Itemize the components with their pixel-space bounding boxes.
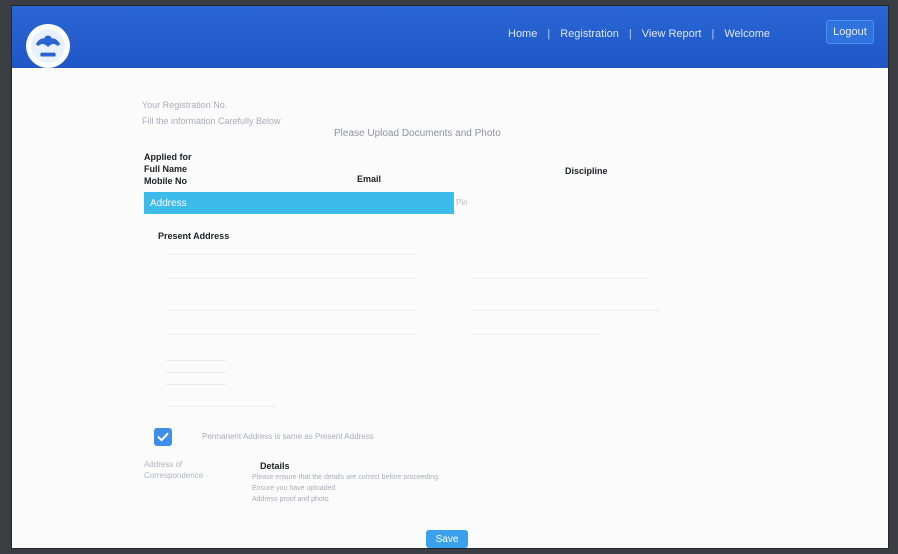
address-field-line: [166, 310, 416, 311]
details-line-1: Please ensure that the details are corre…: [252, 474, 439, 481]
address-field-line: [166, 334, 416, 335]
top-navigation-bar: Home | Registration | View Report | Welc…: [12, 6, 888, 68]
registration-number-label: Your Registration No.: [142, 100, 228, 110]
checkmark-icon: [157, 432, 169, 442]
nav-welcome[interactable]: Welcome: [724, 28, 770, 40]
form-edit-hint: Fill the information Carefully Below: [142, 116, 281, 126]
address-field-line: [166, 406, 276, 407]
address-field-line: [470, 278, 650, 279]
address-section-header: Address: [144, 192, 454, 214]
logout-button[interactable]: Logout: [826, 20, 874, 44]
address-field-line: [166, 254, 416, 255]
discipline-label: Discipline: [565, 166, 608, 176]
details-heading: Details: [260, 461, 290, 471]
nav-registration[interactable]: Registration: [560, 28, 619, 40]
registration-form: Your Registration No. Fill the informati…: [12, 68, 888, 548]
nav-separator: |: [711, 28, 715, 40]
full-name-label: Full Name: [144, 164, 188, 174]
address-field-line: [166, 372, 226, 373]
address-field-line: [470, 310, 660, 311]
address-field-line: [470, 334, 600, 335]
address-field-line: [166, 360, 226, 361]
organization-logo: [26, 24, 70, 68]
details-line-2: Ensure you have uploaded: [252, 485, 336, 492]
email-label: Email: [357, 174, 382, 184]
top-nav-links: Home | Registration | View Report | Welc…: [508, 28, 770, 40]
details-line-3: Address proof and photo: [252, 496, 329, 503]
present-address-label: Present Address: [158, 231, 230, 241]
nav-separator: |: [547, 28, 551, 40]
browser-screen: Home | Registration | View Report | Welc…: [12, 6, 888, 548]
mobile-number-label: Mobile No: [144, 176, 187, 186]
address-field-line: [166, 278, 416, 279]
upload-instruction: Please Upload Documents and Photo: [334, 128, 501, 139]
correspondence-label-line-1: Address of: [144, 460, 183, 469]
logo-emblem-icon: [30, 28, 66, 64]
nav-separator: |: [628, 28, 632, 40]
applied-for-label: Applied for: [144, 152, 192, 162]
nav-view-report[interactable]: View Report: [642, 28, 702, 40]
save-button[interactable]: Save: [426, 530, 468, 548]
same-address-checkbox[interactable]: [154, 428, 172, 446]
same-address-note: Permanent Address is same as Present Add…: [202, 432, 374, 441]
correspondence-label-line-2: Correspondence: [144, 471, 204, 480]
nav-home[interactable]: Home: [508, 28, 537, 40]
address-side-label: Pin: [456, 198, 468, 207]
address-field-line: [166, 384, 226, 385]
